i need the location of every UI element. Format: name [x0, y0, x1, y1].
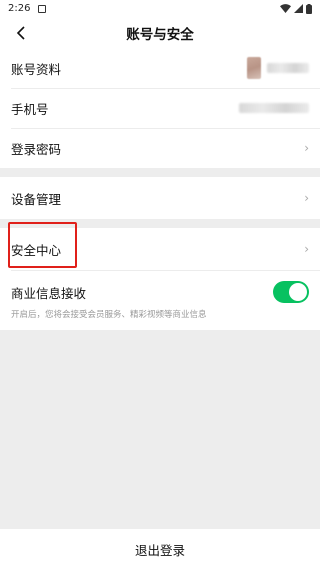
phone-value — [239, 103, 309, 113]
status-bar: 2:26 — [0, 0, 320, 17]
chevron-right-icon: › — [304, 141, 309, 155]
device-group: 设备管理 › — [0, 177, 320, 219]
status-time: 2:26 — [8, 3, 31, 14]
signal-icon — [294, 4, 303, 13]
device-manage-label: 设备管理 — [11, 191, 62, 207]
account-group: 账号资料 手机号 登录密码 › — [0, 48, 320, 168]
blurred-phone — [239, 103, 309, 113]
account-info-row[interactable]: 账号资料 — [0, 48, 320, 88]
security-center-label: 安全中心 — [11, 242, 62, 258]
login-password-row[interactable]: 登录密码 › — [0, 128, 320, 168]
toggle-knob — [289, 283, 307, 301]
status-icons — [280, 3, 312, 14]
account-info-label: 账号资料 — [11, 61, 62, 77]
notification-icon — [38, 4, 47, 13]
logout-button[interactable]: 退出登录 — [0, 529, 320, 569]
account-info-value — [247, 57, 309, 79]
avatar — [247, 57, 261, 79]
security-group: 安全中心 › 商业信息接收 开启后，您将会接受会员服务、精彩视频等商业信息 — [0, 228, 320, 330]
phone-row[interactable]: 手机号 — [0, 88, 320, 128]
back-button[interactable] — [6, 17, 36, 48]
commercial-info-label: 商业信息接收 — [11, 285, 87, 301]
login-password-label: 登录密码 — [11, 141, 62, 157]
divider — [0, 168, 320, 177]
wifi-icon — [280, 4, 291, 13]
blurred-nickname — [267, 63, 309, 73]
phone-label: 手机号 — [11, 101, 49, 117]
commercial-info-row: 商业信息接收 — [0, 270, 320, 314]
device-manage-row[interactable]: 设备管理 › — [0, 177, 320, 219]
battery-icon — [306, 3, 312, 14]
divider — [0, 219, 320, 228]
security-center-row[interactable]: 安全中心 › — [0, 228, 320, 270]
nav-bar: 账号与安全 — [0, 17, 320, 48]
page-title: 账号与安全 — [126, 26, 194, 43]
chevron-right-icon: › — [304, 191, 309, 205]
back-arrow-icon — [16, 25, 25, 40]
commercial-info-toggle[interactable] — [273, 281, 309, 303]
chevron-right-icon: › — [304, 242, 309, 256]
